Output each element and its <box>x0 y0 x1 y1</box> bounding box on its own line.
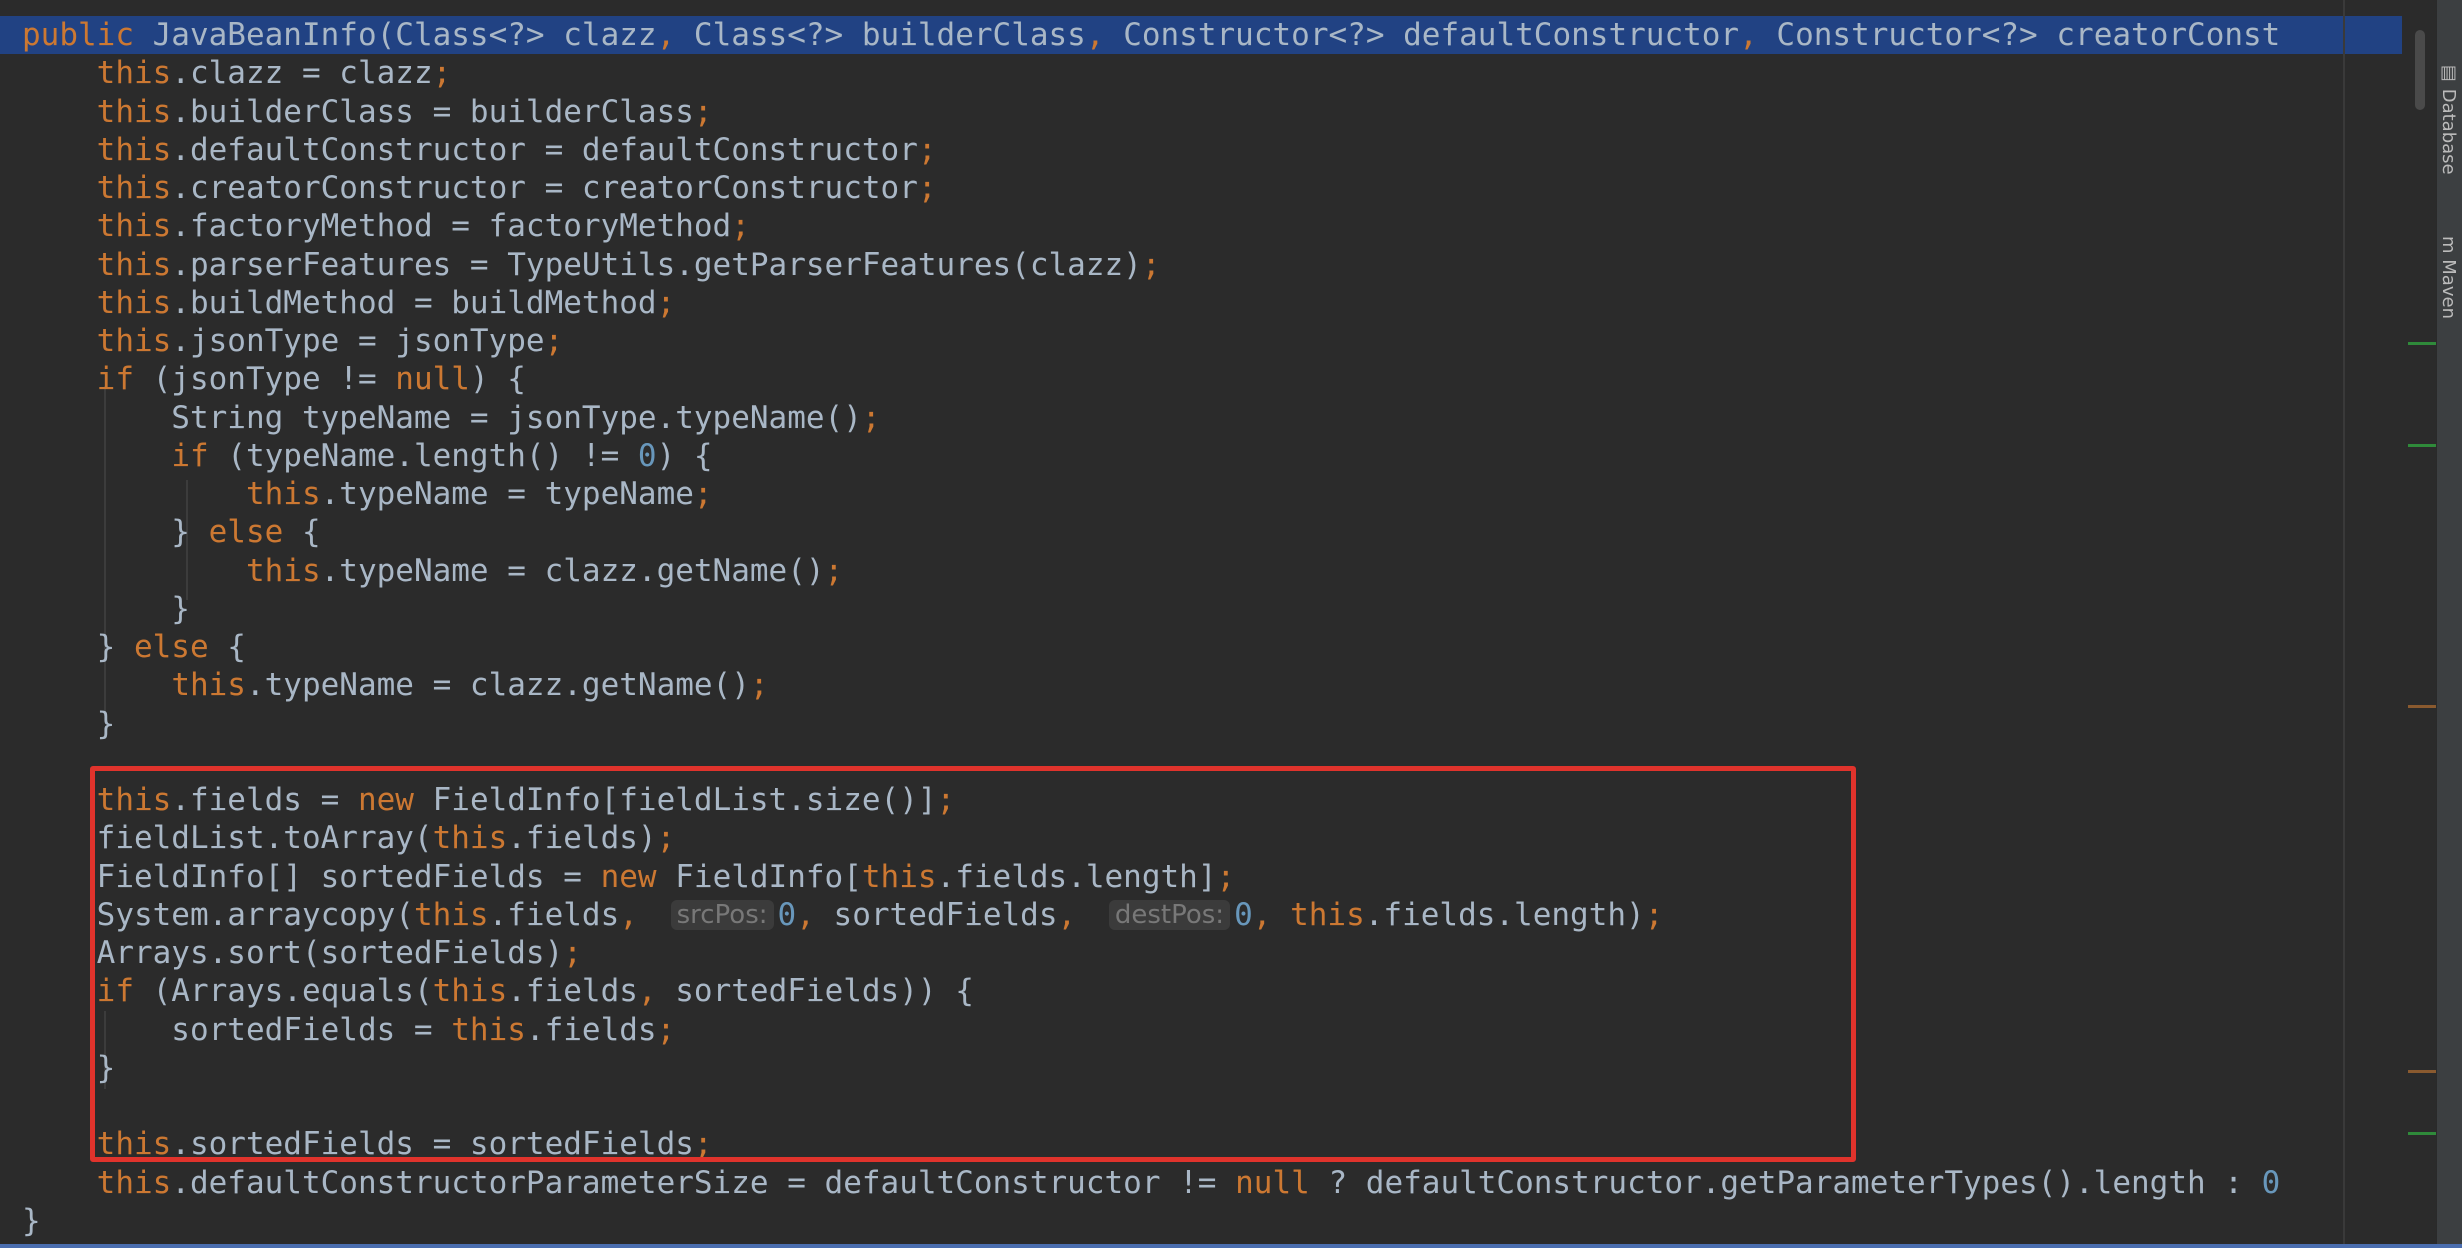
code-line[interactable]: } <box>0 590 2420 628</box>
code-editor[interactable]: public JavaBeanInfo(Class<?> clazz, Clas… <box>0 0 2462 1248</box>
code-line[interactable]: } <box>0 705 2420 743</box>
code-line[interactable] <box>0 1087 2420 1125</box>
code-line[interactable]: this.typeName = typeName; <box>0 475 2420 513</box>
code-line[interactable]: this.buildMethod = buildMethod; <box>0 284 2420 322</box>
code-line[interactable]: this.clazz = clazz; <box>0 54 2420 92</box>
warning-marker[interactable] <box>2408 1070 2436 1073</box>
code-line[interactable]: this.creatorConstructor = creatorConstru… <box>0 169 2420 207</box>
code-line[interactable]: if (Arrays.equals(this.fields, sortedFie… <box>0 972 2420 1010</box>
code-line[interactable]: this.builderClass = builderClass; <box>0 93 2420 131</box>
code-line[interactable]: this.typeName = clazz.getName(); <box>0 552 2420 590</box>
code-line[interactable]: } else { <box>0 513 2420 551</box>
code-line[interactable]: this.sortedFields = sortedFields; <box>0 1125 2420 1163</box>
parameter-hint: srcPos: <box>670 899 774 930</box>
tool-tab-database-label: Database <box>2438 88 2459 175</box>
code-line[interactable]: System.arraycopy(this.fields, srcPos: 0, … <box>0 896 2420 934</box>
change-marker[interactable] <box>2408 444 2436 447</box>
code-line[interactable]: String typeName = jsonType.typeName(); <box>0 399 2420 437</box>
change-marker[interactable] <box>2408 342 2436 345</box>
change-marker[interactable] <box>2408 1132 2436 1135</box>
code-line[interactable]: public JavaBeanInfo(Class<?> clazz, Clas… <box>0 16 2420 54</box>
code-line[interactable]: this.defaultConstructorParameterSize = d… <box>0 1164 2420 1202</box>
code-line[interactable]: if (typeName.length() != 0) { <box>0 437 2420 475</box>
code-line[interactable]: this.defaultConstructor = defaultConstru… <box>0 131 2420 169</box>
parameter-hint: destPos: <box>1108 899 1231 930</box>
tool-tab-maven[interactable]: m Maven <box>2438 236 2459 319</box>
code-line[interactable]: fieldList.toArray(this.fields); <box>0 819 2420 857</box>
code-line[interactable]: Arrays.sort(sortedFields); <box>0 934 2420 972</box>
code-area[interactable]: public JavaBeanInfo(Class<?> clazz, Clas… <box>0 16 2420 1248</box>
tool-tab-database[interactable]: ▥ Database <box>2438 62 2459 175</box>
error-stripe[interactable] <box>2402 0 2424 1248</box>
code-line[interactable] <box>0 743 2420 781</box>
warning-marker[interactable] <box>2408 705 2436 708</box>
code-line[interactable]: this.typeName = clazz.getName(); <box>0 666 2420 704</box>
code-line[interactable]: this.fields = new FieldInfo[fieldList.si… <box>0 781 2420 819</box>
code-line[interactable]: } else { <box>0 628 2420 666</box>
code-line[interactable]: this.jsonType = jsonType; <box>0 322 2420 360</box>
database-icon: ▥ <box>2438 62 2459 83</box>
code-line[interactable]: this.parserFeatures = TypeUtils.getParse… <box>0 246 2420 284</box>
editor-bottom-edge <box>0 1244 2462 1248</box>
editor-top-edge <box>0 0 2462 14</box>
scrollbar-thumb[interactable] <box>2415 30 2425 110</box>
code-line[interactable]: sortedFields = this.fields; <box>0 1011 2420 1049</box>
right-tool-window-bar <box>2436 0 2462 1248</box>
code-line[interactable]: } <box>0 1202 2420 1240</box>
maven-icon: m <box>2438 236 2459 254</box>
tool-tab-maven-label: Maven <box>2438 259 2459 319</box>
code-line[interactable]: if (jsonType != null) { <box>0 360 2420 398</box>
code-line[interactable]: this.factoryMethod = factoryMethod; <box>0 207 2420 245</box>
code-line[interactable]: FieldInfo[] sortedFields = new FieldInfo… <box>0 858 2420 896</box>
right-margin-guide <box>2343 0 2345 1248</box>
code-line[interactable]: } <box>0 1049 2420 1087</box>
